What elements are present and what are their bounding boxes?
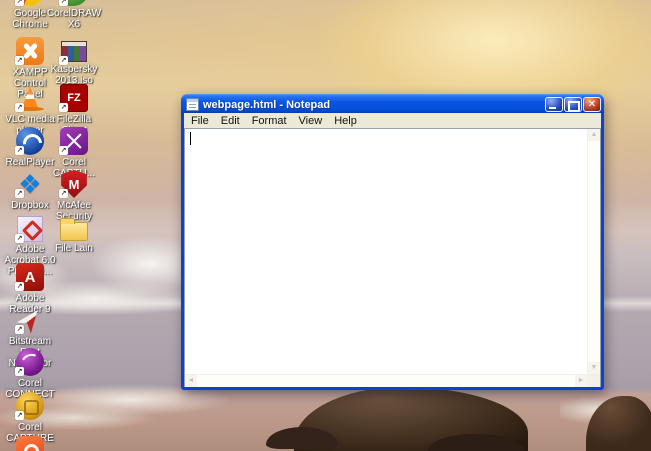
desktop: Google Chrome CorelDRAW X6 XAMPP Control… [0, 0, 651, 451]
filezilla-glyph: FZ [67, 92, 81, 104]
beach-rock-right [586, 396, 651, 451]
adobe-glyph: A [24, 268, 36, 286]
realplayer-icon [16, 127, 44, 155]
mcafee-shield-icon: M [61, 170, 87, 198]
desktop-icon-kaspersky-archive[interactable]: Kaspersky 2013.iso [46, 37, 102, 86]
menu-edit[interactable]: Edit [215, 114, 246, 128]
beach-rock-large [294, 387, 528, 451]
window-body: File Edit Format View Help [184, 113, 601, 387]
maximize-button[interactable] [564, 97, 582, 112]
folder-icon [60, 218, 88, 241]
title-bar[interactable]: webpage.html - Notepad [181, 94, 604, 113]
desktop-icon-file-lain-folder[interactable]: File Lain [46, 215, 102, 254]
desktop-icon-coreldraw-x6[interactable]: CorelDRAW X6 [46, 0, 102, 30]
corel-photo-paint-icon [16, 436, 44, 451]
window-title: webpage.html - Notepad [203, 98, 331, 111]
close-button[interactable] [583, 97, 601, 112]
beach-rock-small [428, 434, 524, 451]
xampp-icon [16, 37, 44, 65]
minimize-button[interactable] [545, 97, 563, 112]
menu-bar: File Edit Format View Help [184, 113, 601, 128]
vlc-cone-icon [16, 84, 44, 112]
adobe-reader-icon: A [16, 263, 44, 291]
notepad-icon [186, 98, 199, 111]
notepad-window: webpage.html - Notepad File Edit Format … [181, 94, 604, 390]
chrome-icon [16, 0, 44, 6]
icon-label: CorelDRAW X6 [46, 8, 102, 30]
dropbox-glyph: ❖ [18, 169, 42, 199]
filezilla-icon: FZ [60, 84, 88, 112]
corel-capture-x6-icon [16, 392, 44, 420]
vertical-scrollbar[interactable] [587, 129, 600, 374]
scrollbar-corner [587, 374, 600, 387]
icon-label: Kaspersky 2013.iso [50, 64, 98, 86]
menu-file[interactable]: File [185, 114, 215, 128]
acrobat-icon [17, 216, 43, 242]
coreldraw-icon [60, 0, 88, 6]
font-navigator-icon [16, 306, 44, 334]
archive-books-icon [61, 41, 87, 62]
text-editor-area[interactable] [184, 128, 601, 387]
horizontal-scrollbar[interactable] [185, 374, 587, 387]
corel-connect-icon [16, 348, 44, 376]
mcafee-glyph: M [68, 176, 80, 192]
shore-foam-right [560, 392, 651, 444]
menu-help[interactable]: Help [328, 114, 363, 128]
desktop-icon-corel-photo-paint[interactable] [2, 436, 58, 451]
beach-rock-small [266, 427, 338, 449]
corel-capture-icon [60, 127, 88, 155]
dropbox-icon: ❖ [16, 170, 44, 198]
menu-format[interactable]: Format [246, 114, 293, 128]
menu-view[interactable]: View [293, 114, 329, 128]
icon-label: File Lain [55, 243, 93, 254]
text-caret [190, 132, 191, 145]
